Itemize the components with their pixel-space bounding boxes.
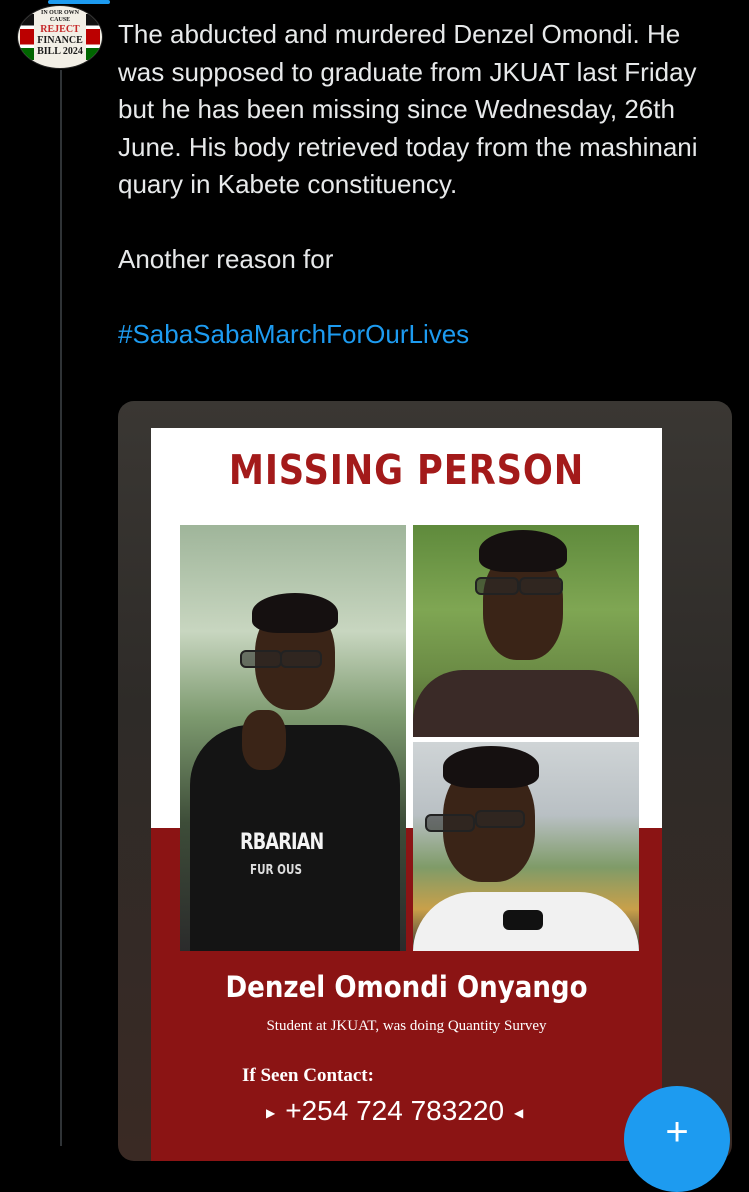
hoodie-subtext: FUR OUS [250, 863, 302, 878]
person-photo [413, 525, 639, 737]
kenya-flag-icon [86, 14, 100, 60]
phone-number: +254 724 783220 [285, 1095, 505, 1126]
hashtag-link[interactable]: #SabaSabaMarchForOurLives [118, 319, 469, 349]
missing-person-poster: MISSING PERSON RBARIAN FUR OUS Denzel Om… [151, 428, 662, 1161]
hoodie-text: RBARIAN [240, 830, 324, 855]
poster-person-name: Denzel Omondi Onyango [225, 970, 588, 1004]
thread-line [60, 70, 62, 1146]
plus-icon: + [665, 1110, 689, 1154]
compose-button[interactable]: + [624, 1086, 730, 1192]
tweet-paragraph: Another reason for [118, 243, 334, 274]
arrow-right-icon: ▶ [266, 1105, 276, 1120]
active-tab-indicator [48, 0, 110, 4]
person-photo [413, 742, 639, 951]
poster-title: MISSING PERSON [228, 446, 585, 494]
poster-subtitle: Student at JKUAT, was doing Quantity Sur… [266, 1018, 547, 1034]
kenya-flag-icon [20, 14, 34, 60]
arrow-left-icon: ◀ [514, 1105, 524, 1120]
avatar-badge-text: IN OUR OWN CAUSE REJECT FINANCE BILL 202… [37, 10, 83, 57]
tweet-text: The abducted and murdered Denzel Omondi.… [118, 16, 733, 353]
avatar[interactable]: IN OUR OWN CAUSE REJECT FINANCE BILL 202… [18, 6, 102, 68]
poster-contact-label: If Seen Contact: [242, 1065, 374, 1086]
tweet-media-image[interactable]: MISSING PERSON RBARIAN FUR OUS Denzel Om… [118, 401, 732, 1161]
poster-phone: ▶ +254 724 783220 ◀ [256, 1095, 533, 1127]
tweet-paragraph: The abducted and murdered Denzel Omondi.… [118, 19, 698, 200]
person-photo: RBARIAN FUR OUS [180, 525, 406, 951]
